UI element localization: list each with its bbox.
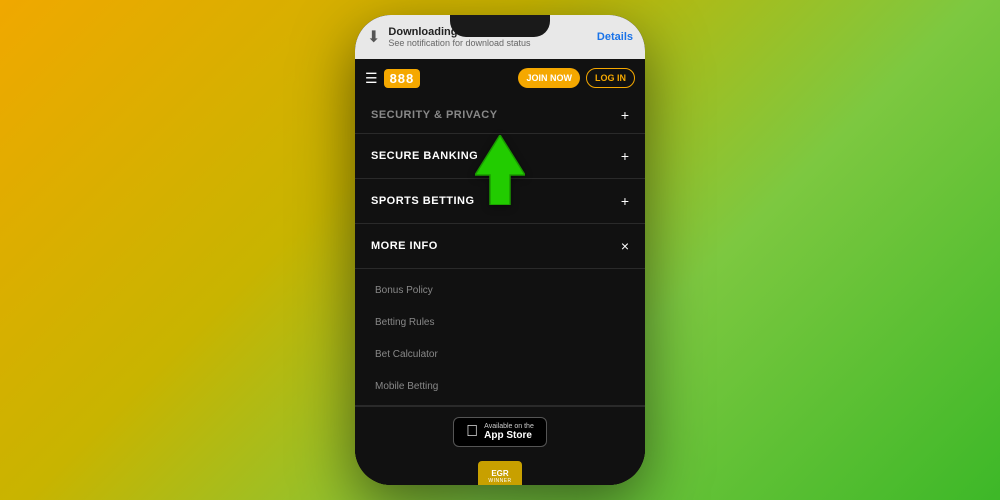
sub-item-bonus-policy[interactable]: Bonus Policy bbox=[355, 273, 645, 305]
sports-betting-label: SPORTS BETTING bbox=[371, 195, 475, 207]
security-privacy-label: SECURITY & PRIVACY bbox=[371, 109, 498, 121]
download-icon: ⬇ bbox=[367, 27, 380, 47]
secure-banking-label: SECURE BANKING bbox=[371, 150, 478, 162]
betting-rules-label: Betting Rules bbox=[375, 317, 434, 328]
apple-icon:  bbox=[466, 423, 478, 441]
phone-device: ⬇ Downloading file... See notification f… bbox=[355, 15, 645, 485]
menu-content: SECURITY & PRIVACY + SECURE BANKING + SP… bbox=[355, 97, 645, 485]
screen: ⬇ Downloading file... See notification f… bbox=[355, 15, 645, 485]
app-store-name-label: App Store bbox=[484, 430, 534, 441]
secure-banking-icon: + bbox=[621, 148, 629, 164]
egr-badge: EGR WINNER bbox=[478, 461, 522, 485]
more-info-submenu: Bonus Policy Betting Rules Bet Calculato… bbox=[355, 269, 645, 406]
app-store-section[interactable]:  Available on the App Store bbox=[355, 406, 645, 457]
app-store-badge[interactable]:  Available on the App Store bbox=[453, 417, 547, 447]
bonus-policy-label: Bonus Policy bbox=[375, 285, 433, 296]
more-info-close-icon[interactable]: × bbox=[621, 238, 629, 254]
details-link[interactable]: Details bbox=[597, 31, 633, 43]
phone-wrapper: ⬇ Downloading file... See notification f… bbox=[355, 15, 645, 485]
security-privacy-icon: + bbox=[621, 107, 629, 123]
top-nav: ☰ 888 JOIN NOW LOG IN bbox=[355, 59, 645, 97]
sub-item-mobile-betting[interactable]: Mobile Betting bbox=[355, 369, 645, 401]
sub-item-betting-rules[interactable]: Betting Rules bbox=[355, 305, 645, 337]
brand-logo: 888 bbox=[384, 69, 421, 88]
menu-item-security-privacy[interactable]: SECURITY & PRIVACY + bbox=[355, 97, 645, 134]
available-on-label: Available on the bbox=[484, 423, 534, 430]
menu-item-sports-betting[interactable]: SPORTS BETTING + bbox=[355, 179, 645, 224]
menu-item-secure-banking[interactable]: SECURE BANKING + bbox=[355, 134, 645, 179]
login-button[interactable]: LOG IN bbox=[586, 68, 635, 88]
nav-right: JOIN NOW LOG IN bbox=[518, 68, 635, 88]
sports-betting-icon: + bbox=[621, 193, 629, 209]
menu-item-more-info[interactable]: MORE INFO × bbox=[355, 224, 645, 269]
egr-section: EGR WINNER bbox=[355, 457, 645, 485]
egr-winner-label: WINNER bbox=[488, 478, 511, 484]
join-now-button[interactable]: JOIN NOW bbox=[518, 68, 580, 88]
bet-calculator-label: Bet Calculator bbox=[375, 349, 438, 360]
more-info-label: MORE INFO bbox=[371, 240, 438, 252]
app-store-text: Available on the App Store bbox=[484, 423, 534, 441]
egr-label: EGR bbox=[491, 469, 508, 478]
download-subtitle: See notification for download status bbox=[388, 38, 530, 48]
phone-notch bbox=[450, 15, 550, 37]
nav-left: ☰ 888 bbox=[365, 69, 420, 88]
hamburger-icon[interactable]: ☰ bbox=[365, 70, 378, 87]
mobile-betting-label: Mobile Betting bbox=[375, 381, 438, 392]
sub-item-bet-calculator[interactable]: Bet Calculator bbox=[355, 337, 645, 369]
